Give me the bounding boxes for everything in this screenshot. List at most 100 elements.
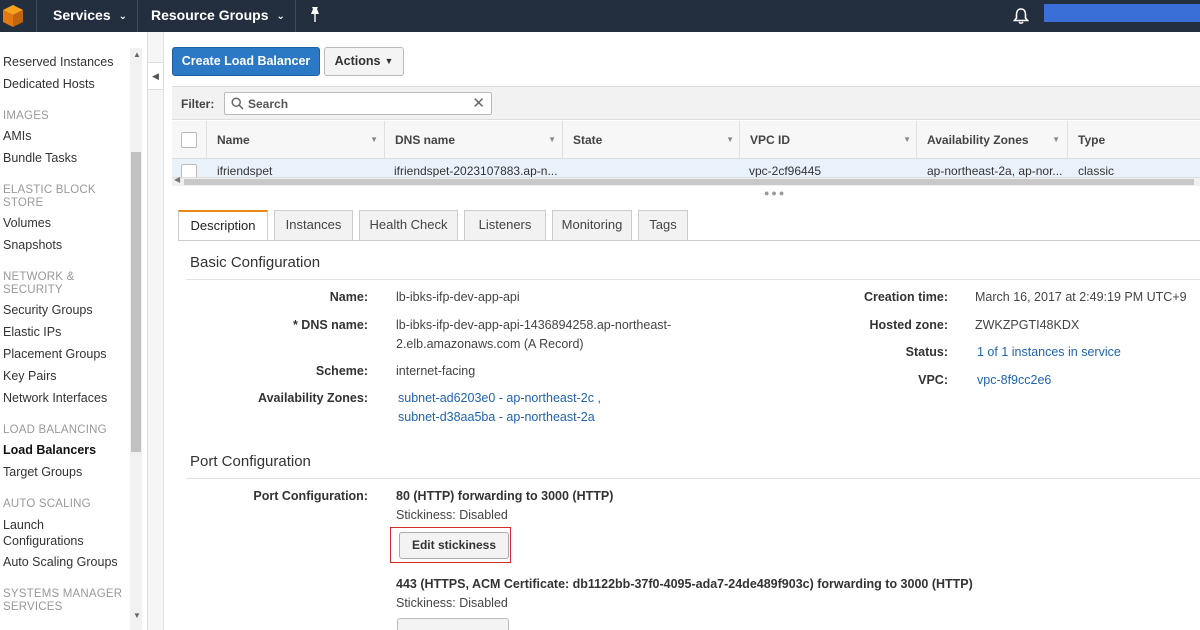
stickiness-status-https: Stickiness: Disabled bbox=[396, 596, 508, 610]
chevron-down-icon: ▼ bbox=[384, 56, 394, 66]
tab-monitoring[interactable]: Monitoring bbox=[552, 210, 632, 240]
column-header-type-label: Type bbox=[1078, 133, 1106, 147]
creation-time-label: Creation time: bbox=[863, 290, 948, 304]
cell-vpc: vpc-2cf96445 bbox=[749, 164, 822, 178]
create-load-balancer-button[interactable]: Create Load Balancer bbox=[172, 47, 320, 76]
column-header-name-label: Name bbox=[217, 133, 250, 147]
port-configuration-label: Port Configuration: bbox=[253, 489, 368, 503]
cell-name: ifriendspet bbox=[217, 164, 273, 178]
sidebar-collapse-strip bbox=[148, 32, 164, 630]
table-horizontal-scrollbar[interactable]: ◀ bbox=[172, 175, 1200, 186]
sidebar-section-images: IMAGES bbox=[3, 110, 49, 122]
tab-description[interactable]: Description bbox=[178, 210, 268, 241]
notification-bell-icon[interactable] bbox=[1012, 7, 1030, 25]
tab-health-check[interactable]: Health Check bbox=[359, 210, 458, 240]
sidebar-item-reserved-instances[interactable]: Reserved Instances bbox=[3, 55, 113, 69]
account-menu-redacted[interactable] bbox=[1044, 4, 1200, 22]
pin-icon[interactable] bbox=[308, 6, 322, 24]
collapse-sidebar-button[interactable]: ◀ bbox=[148, 62, 164, 90]
column-header-vpc[interactable]: VPC ID ▼ bbox=[739, 121, 917, 159]
port-configuration-title: Port Configuration bbox=[190, 453, 311, 470]
tab-instances[interactable]: Instances bbox=[274, 210, 353, 240]
sidebar-item-key-pairs[interactable]: Key Pairs bbox=[3, 369, 57, 383]
chevron-left-icon: ◀ bbox=[152, 71, 159, 81]
sidebar-section-ebs-line1: ELASTIC BLOCK bbox=[3, 184, 96, 196]
column-header-name[interactable]: Name ▼ bbox=[206, 121, 384, 159]
section-divider bbox=[186, 478, 1200, 479]
scheme-value: internet-facing bbox=[396, 364, 476, 378]
aws-cube-logo[interactable] bbox=[2, 4, 24, 28]
table-header: Name ▼ DNS name ▼ State ▼ VPC ID ▼ Availabil… bbox=[172, 121, 1200, 159]
scroll-up-arrow-icon[interactable]: ▲ bbox=[133, 50, 141, 59]
resource-groups-menu[interactable]: Resource Groups ⌄ bbox=[151, 0, 285, 32]
sidebar-item-snapshots[interactable]: Snapshots bbox=[3, 238, 62, 252]
sidebar-section-network-line1: NETWORK & bbox=[3, 271, 75, 283]
status-value-link[interactable]: 1 of 1 instances in service bbox=[977, 343, 1121, 362]
table-scrollbar-thumb[interactable] bbox=[184, 179, 1194, 185]
vpc-label: VPC: bbox=[918, 373, 948, 387]
edit-stickiness-button-2[interactable] bbox=[397, 618, 509, 630]
sidebar-item-volumes[interactable]: Volumes bbox=[3, 216, 51, 230]
dns-name-value: lb-ibks-ifp-dev-app-api-1436894258.ap-no… bbox=[396, 316, 671, 354]
sidebar-item-network-interfaces[interactable]: Network Interfaces bbox=[3, 391, 107, 405]
sidebar-item-target-groups[interactable]: Target Groups bbox=[3, 465, 82, 479]
tab-divider bbox=[178, 240, 1200, 241]
column-header-zones[interactable]: Availability Zones ▼ bbox=[916, 121, 1066, 159]
subnet-link-2c[interactable]: subnet-ad6203e0 - ap-northeast-2c , bbox=[398, 389, 601, 408]
scroll-left-arrow-icon[interactable]: ◀ bbox=[174, 175, 180, 184]
sidebar-item-launch-configurations[interactable]: Launch Configurations bbox=[3, 517, 84, 549]
services-menu[interactable]: Services ⌄ bbox=[53, 0, 127, 32]
search-input[interactable]: Search ✕ bbox=[224, 92, 492, 115]
cell-dns: ifriendspet-2023107883.ap-n... bbox=[394, 164, 558, 178]
sort-caret-icon: ▼ bbox=[1052, 135, 1060, 144]
scroll-down-arrow-icon[interactable]: ▼ bbox=[133, 611, 141, 620]
filter-bar: Filter: Search ✕ bbox=[172, 86, 1200, 120]
vpc-value-link[interactable]: vpc-8f9cc2e6 bbox=[977, 371, 1051, 390]
column-header-state[interactable]: State ▼ bbox=[562, 121, 740, 159]
column-header-dns[interactable]: DNS name ▼ bbox=[384, 121, 562, 159]
column-header-type[interactable]: Type bbox=[1067, 121, 1200, 159]
sidebar-item-amis[interactable]: AMIs bbox=[3, 129, 31, 143]
sidebar-item-elastic-ips[interactable]: Elastic IPs bbox=[3, 325, 61, 339]
pane-splitter-handle[interactable]: ●●● bbox=[764, 188, 786, 198]
availability-zones-value: subnet-ad6203e0 - ap-northeast-2c , subn… bbox=[398, 389, 601, 427]
filter-label: Filter: bbox=[181, 97, 215, 111]
nav-separator bbox=[36, 0, 37, 32]
sidebar-item-launch-line1: Launch bbox=[3, 518, 45, 532]
name-label: Name: bbox=[329, 290, 368, 304]
sidebar-section-auto-scaling: AUTO SCALING bbox=[3, 498, 91, 510]
dns-name-label: * DNS name: bbox=[292, 318, 368, 332]
sidebar-item-bundle-tasks[interactable]: Bundle Tasks bbox=[3, 151, 77, 165]
tab-listeners[interactable]: Listeners bbox=[464, 210, 546, 240]
resource-groups-label: Resource Groups bbox=[151, 7, 269, 23]
select-all-checkbox[interactable] bbox=[181, 132, 197, 148]
dns-name-value-line1: lb-ibks-ifp-dev-app-api-1436894258.ap-no… bbox=[396, 318, 672, 332]
sidebar-section-systems-manager: SYSTEMS MANAGER SERVICES bbox=[3, 588, 122, 614]
sidebar-item-auto-scaling-groups[interactable]: Auto Scaling Groups bbox=[3, 555, 118, 569]
hosted-zone-value: ZWKZPGTI48KDX bbox=[975, 318, 1080, 332]
sidebar-section-network-line2: SECURITY bbox=[3, 284, 63, 296]
sidebar-section-ebs-line2: STORE bbox=[3, 197, 44, 209]
cell-zones: ap-northeast-2a, ap-nor... bbox=[927, 164, 1063, 178]
sort-caret-icon: ▼ bbox=[548, 135, 556, 144]
creation-time-value: March 16, 2017 at 2:49:19 PM UTC+9 bbox=[975, 290, 1187, 304]
actions-label: Actions bbox=[334, 54, 381, 68]
chevron-down-icon: ⌄ bbox=[118, 11, 127, 22]
sidebar-item-placement-groups[interactable]: Placement Groups bbox=[3, 347, 107, 361]
clear-search-icon[interactable]: ✕ bbox=[472, 94, 485, 112]
sidebar-item-security-groups[interactable]: Security Groups bbox=[3, 303, 93, 317]
sort-caret-icon: ▼ bbox=[726, 135, 734, 144]
chevron-down-icon: ⌄ bbox=[276, 11, 285, 22]
column-header-vpc-label: VPC ID bbox=[750, 133, 791, 147]
tab-tags[interactable]: Tags bbox=[638, 210, 688, 240]
subnet-link-2a[interactable]: subnet-d38aa5ba - ap-northeast-2a bbox=[398, 408, 601, 427]
column-header-dns-label: DNS name bbox=[395, 133, 456, 147]
sidebar-scrollbar-thumb[interactable] bbox=[131, 152, 141, 452]
sidebar-item-load-balancers[interactable]: Load Balancers bbox=[3, 443, 96, 457]
actions-dropdown-button[interactable]: Actions ▼ bbox=[324, 47, 404, 76]
sidebar-item-dedicated-hosts[interactable]: Dedicated Hosts bbox=[3, 77, 95, 91]
status-label: Status: bbox=[905, 345, 948, 359]
services-label: Services bbox=[53, 7, 111, 23]
dns-name-value-line2: 2.elb.amazonaws.com (A Record) bbox=[396, 337, 584, 351]
top-navigation-bar: Services ⌄ Resource Groups ⌄ bbox=[0, 0, 1200, 32]
